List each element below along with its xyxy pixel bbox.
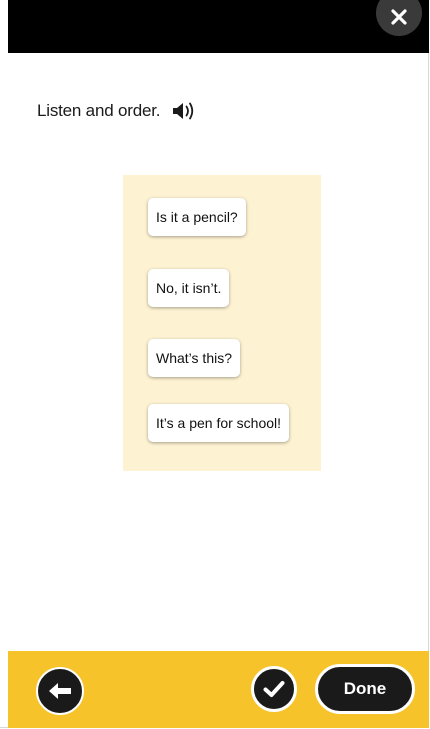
sentence-card[interactable]: Is it a pencil?	[148, 198, 246, 236]
sentence-card[interactable]: No, it isn’t.	[148, 269, 230, 307]
close-button[interactable]	[376, 0, 422, 36]
back-button[interactable]	[36, 667, 84, 715]
sentence-card[interactable]: It’s a pen for school!	[148, 404, 290, 442]
instruction: Listen and order.	[37, 100, 196, 122]
checkmark-icon	[263, 681, 285, 697]
check-button[interactable]	[251, 666, 297, 712]
close-icon	[391, 9, 407, 25]
sentence-panel: Is it a pencil? No, it isn’t. What’s thi…	[123, 175, 321, 471]
sentence-card[interactable]: What’s this?	[148, 339, 240, 377]
done-button[interactable]: Done	[315, 664, 415, 714]
arrow-left-icon	[49, 683, 71, 699]
bottom-bar: Done	[8, 651, 429, 728]
speaker-icon[interactable]	[172, 100, 196, 122]
top-bar	[8, 0, 429, 53]
instruction-text: Listen and order.	[37, 101, 161, 120]
